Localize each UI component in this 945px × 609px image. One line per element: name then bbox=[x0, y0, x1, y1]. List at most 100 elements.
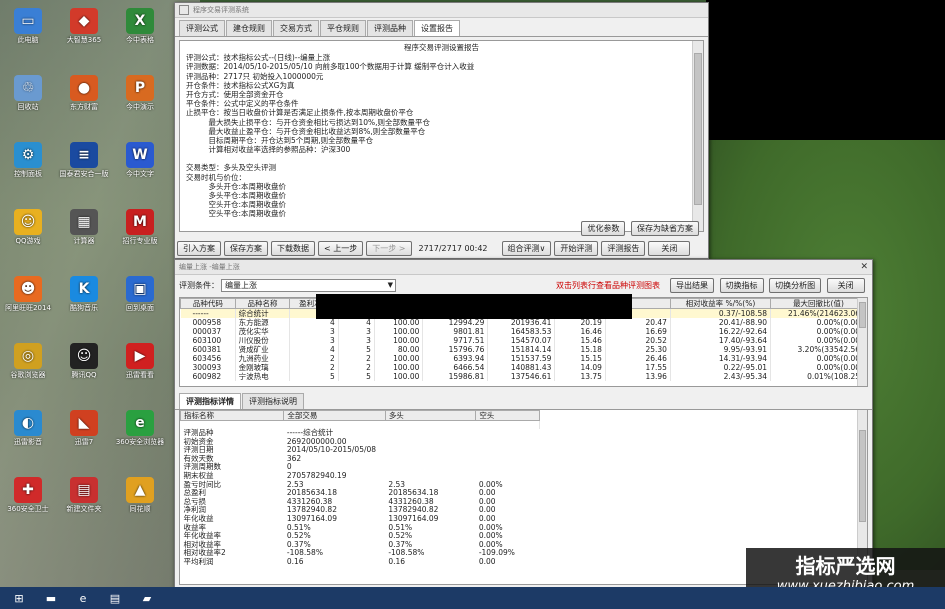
taskbar-app-icon[interactable]: ▰ bbox=[134, 588, 160, 608]
table-cell: 21.46%(214623.06) bbox=[770, 308, 867, 318]
start-button-icon[interactable]: ⊞ bbox=[6, 588, 32, 608]
desktop-icon[interactable]: ◎ 谷歌浏览器 bbox=[0, 339, 56, 397]
switch-chart-button[interactable]: 切换分析图 bbox=[769, 277, 822, 293]
desktop-icon[interactable]: ▣ 回到桌面 bbox=[112, 272, 168, 330]
tab-indicator-detail[interactable]: 评测指标详情 bbox=[179, 393, 241, 409]
desktop-icon-label: 迅雷影音 bbox=[14, 438, 42, 446]
tab-formula[interactable]: 评测公式 bbox=[179, 20, 225, 36]
desktop-icon-label: 今中演示 bbox=[126, 103, 154, 111]
desktop-icon[interactable]: ▦ 计算器 bbox=[56, 205, 112, 263]
desktop-icon[interactable]: ☺ 腾讯QQ bbox=[56, 339, 112, 397]
save-default-button[interactable]: 保存为缺省方案 bbox=[631, 221, 699, 236]
tab-trade-mode[interactable]: 交易方式 bbox=[273, 20, 319, 36]
table-cell: 贤成矿业 bbox=[235, 345, 291, 354]
table-cell: 0.00%(0.00) bbox=[770, 318, 867, 327]
import-plan-button[interactable]: 引入方案 bbox=[177, 241, 221, 256]
table-cell: 25.30 bbox=[605, 345, 671, 354]
table-cell: 100.00 bbox=[374, 354, 424, 363]
table-row[interactable]: 300093 金刚玻璃 2 2 100.00 6466.54 140881.43 14.09 1… bbox=[180, 363, 867, 372]
table-cell: 603100 bbox=[180, 336, 236, 345]
app-icon: W bbox=[126, 142, 154, 168]
close-icon[interactable]: ✕ bbox=[860, 262, 868, 272]
taskbar-app-icon[interactable]: e bbox=[70, 588, 96, 608]
table-row[interactable]: 000958 东方能源 4 4 100.00 12994.29 201936.41 20.19… bbox=[180, 318, 867, 327]
desktop-icon[interactable]: X 今中表格 bbox=[112, 4, 168, 62]
taskbar-app-icon[interactable]: ▬ bbox=[38, 588, 64, 608]
table-cell: 0.00%(0.00) bbox=[770, 336, 867, 345]
tab-symbols[interactable]: 评测品种 bbox=[367, 20, 413, 36]
desktop-icon-label: 阿里旺旺2014 bbox=[5, 304, 51, 312]
stats-cell bbox=[385, 438, 476, 447]
desktop-icon[interactable]: ☻ 阿里旺旺2014 bbox=[0, 272, 56, 330]
prev-step-button[interactable]: < 上一步 bbox=[318, 241, 364, 256]
download-data-button[interactable]: 下载数据 bbox=[271, 241, 315, 256]
stats-row: 平均利润 0.16 0.16 0.00 bbox=[181, 556, 540, 567]
results-close-button[interactable]: 关闭 bbox=[826, 277, 865, 293]
desktop-icon[interactable]: ▶ 迅雷看看 bbox=[112, 339, 168, 397]
window-titlebar[interactable]: 程序交易评测系统 bbox=[175, 3, 708, 18]
condition-select[interactable]: 编量上涨 ▼ bbox=[221, 278, 396, 292]
column-header[interactable]: 相对收益率 %/%(%) bbox=[669, 298, 772, 309]
desktop-icon[interactable]: M 招行专业版 bbox=[112, 205, 168, 263]
table-cell: 300093 bbox=[180, 363, 236, 372]
results-scrollbar[interactable] bbox=[857, 298, 867, 386]
tab-indicator-help[interactable]: 评测指标说明 bbox=[242, 393, 304, 409]
desktop-icon-label: 迅雷7 bbox=[74, 438, 94, 446]
table-row[interactable]: 600381 贤成矿业 4 5 80.00 15796.76 151814.14 15.18 2… bbox=[180, 345, 867, 354]
table-cell: 5 bbox=[289, 372, 339, 381]
stats-cell bbox=[385, 463, 476, 472]
evaluation-settings-window[interactable]: 程序交易评测系统 评测公式 建仓规则 交易方式 平仓规则 评测品种 设置报告 程… bbox=[174, 2, 709, 259]
column-header[interactable]: 品种名称 bbox=[234, 298, 291, 309]
desktop-icon[interactable]: ☺ QQ游戏 bbox=[0, 205, 56, 263]
desktop-icon[interactable]: ◣ 迅雷7 bbox=[56, 406, 112, 464]
desktop-icon[interactable]: ▲ 同花顺 bbox=[112, 473, 168, 531]
desktop-icon[interactable]: e 360安全浏览器 bbox=[112, 406, 168, 464]
desktop-icon[interactable]: ● 东方财富 bbox=[56, 71, 112, 129]
close-button[interactable]: 关闭 bbox=[648, 241, 691, 256]
table-cell: 000958 bbox=[180, 318, 236, 327]
next-step-button[interactable]: 下一步 > bbox=[366, 241, 412, 256]
app-icon: ✚ bbox=[14, 477, 42, 503]
column-header[interactable]: 品种代码 bbox=[180, 298, 236, 309]
table-cell: 100.00 bbox=[374, 336, 424, 345]
stats-cell bbox=[476, 463, 540, 472]
tab-open-rule[interactable]: 建仓规则 bbox=[226, 20, 272, 36]
optimize-params-button[interactable]: 优化参数 bbox=[581, 221, 626, 236]
desktop-icon[interactable]: K 酷狗音乐 bbox=[56, 272, 112, 330]
desktop-icon-label: 今中文字 bbox=[126, 170, 154, 178]
desktop-icon-label: 今中表格 bbox=[126, 36, 154, 44]
table-cell: 15.46 bbox=[554, 336, 606, 345]
desktop-icon[interactable]: P 今中演示 bbox=[112, 71, 168, 129]
switch-indicator-button[interactable]: 切换指标 bbox=[719, 277, 764, 293]
stats-cell: 0.16 bbox=[388, 556, 406, 566]
report-scrollbar[interactable] bbox=[692, 41, 703, 231]
combo-eval-button[interactable]: 组合评测∨ bbox=[501, 241, 552, 256]
tab-close-rule[interactable]: 平仓规则 bbox=[320, 20, 366, 36]
stats-row: 有效天数 362 bbox=[181, 454, 540, 464]
desktop-icon[interactable]: ▤ 新建文件夹 bbox=[56, 473, 112, 531]
start-eval-button[interactable]: 开始评测 bbox=[554, 241, 599, 256]
results-titlebar[interactable]: 编量上涨 -编量上涨 ✕ bbox=[175, 260, 872, 275]
desktop-icon[interactable]: ▭ 此电脑 bbox=[0, 4, 56, 62]
tab-report-settings[interactable]: 设置报告 bbox=[414, 20, 460, 36]
save-plan-button[interactable]: 保存方案 bbox=[224, 241, 268, 256]
app-icon: ◣ bbox=[70, 410, 98, 436]
desktop-icon[interactable]: W 今中文字 bbox=[112, 138, 168, 196]
desktop-icon[interactable]: ♲ 回收站 bbox=[0, 71, 56, 129]
taskbar-app-icon[interactable]: ▤ bbox=[102, 588, 128, 608]
column-header[interactable]: 最大回撤比(值) bbox=[770, 298, 867, 309]
table-cell: 201936.41 bbox=[487, 318, 556, 327]
report-line: 最大收益止盈平仓：与开仓资金相比收益达到8%,则全部数量平仓 bbox=[186, 126, 426, 136]
desktop-icon[interactable]: ◐ 迅雷影音 bbox=[0, 406, 56, 464]
table-row[interactable]: 603100 川仪股份 3 3 100.00 9717.51 154570.07 15.46 2… bbox=[180, 336, 867, 345]
table-row[interactable]: 600982 宁波热电 5 5 100.00 15986.81 137546.61 13.75… bbox=[180, 372, 867, 381]
table-cell: 东方能源 bbox=[235, 318, 291, 327]
table-row[interactable]: 603456 九洲药业 2 2 100.00 6393.94 151537.59 15.15 2… bbox=[180, 354, 867, 363]
desktop-icon[interactable]: ◆ 大智慧365 bbox=[56, 4, 112, 62]
desktop-icon[interactable]: ⚙ 控制面板 bbox=[0, 138, 56, 196]
eval-report-button[interactable]: 评测报告 bbox=[601, 241, 646, 256]
desktop-icon[interactable]: ≡ 国泰君安合一版 bbox=[56, 138, 112, 196]
export-results-button[interactable]: 导出结果 bbox=[670, 277, 714, 293]
table-row[interactable]: 000037 茂化实华 3 3 100.00 9801.81 164583.53 16.46 1… bbox=[180, 327, 867, 336]
desktop-icon[interactable]: ✚ 360安全卫士 bbox=[0, 473, 56, 531]
